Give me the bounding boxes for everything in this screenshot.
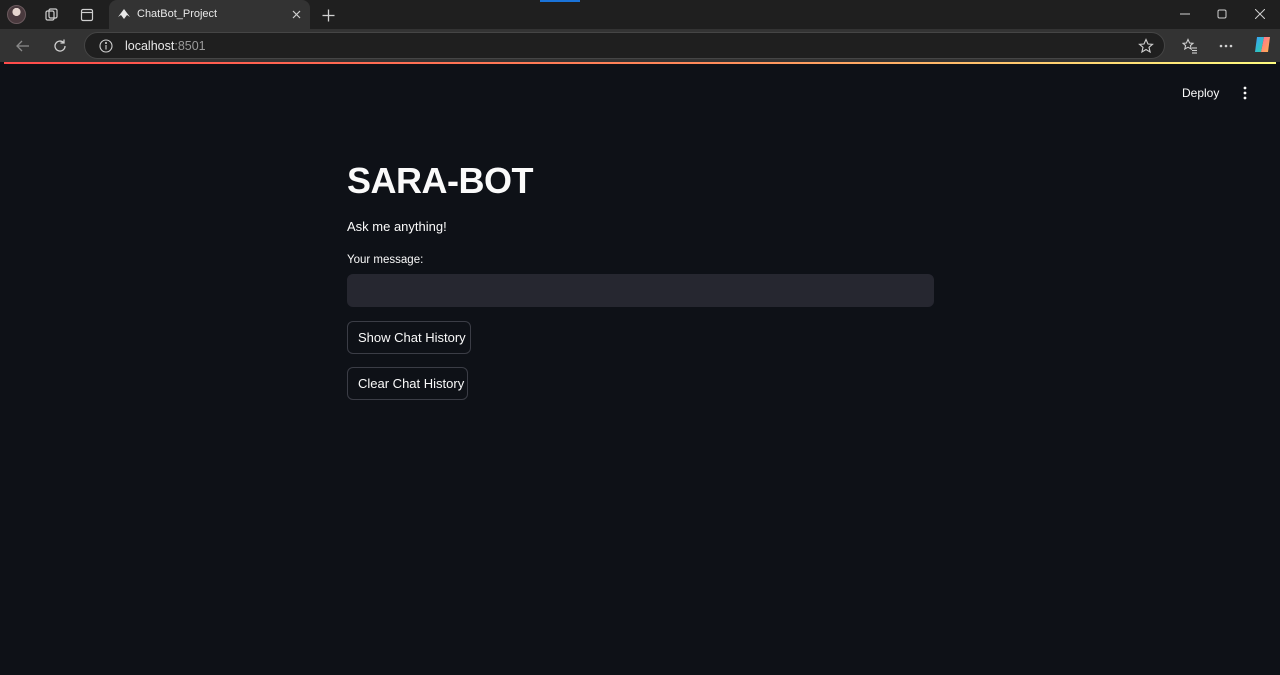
tab-title: ChatBot_Project bbox=[137, 8, 218, 20]
plus-icon[interactable] bbox=[317, 4, 339, 26]
copilot-icon[interactable] bbox=[1253, 35, 1272, 54]
page-title: SARA-BOT bbox=[347, 160, 533, 201]
streamlit-favicon-icon bbox=[118, 8, 130, 20]
favorites-icon[interactable] bbox=[1178, 34, 1202, 58]
show-chat-history-button[interactable]: Show Chat History bbox=[347, 321, 471, 354]
address-bar[interactable]: localhost:8501 bbox=[84, 32, 1165, 59]
drag-indicator bbox=[540, 0, 580, 2]
star-icon[interactable] bbox=[1138, 38, 1154, 54]
main-menu-icon[interactable] bbox=[1237, 84, 1253, 102]
maximize-icon[interactable] bbox=[1210, 3, 1234, 25]
message-input[interactable] bbox=[347, 274, 934, 307]
message-label: Your message: bbox=[347, 254, 424, 266]
url-port: :8501 bbox=[174, 39, 206, 53]
browser-toolbar: localhost:8501 bbox=[0, 29, 1280, 62]
back-arrow-icon[interactable] bbox=[11, 34, 35, 58]
browser-titlebar: ChatBot_Project bbox=[0, 0, 1280, 29]
info-icon[interactable] bbox=[99, 39, 113, 53]
more-icon[interactable] bbox=[1214, 34, 1238, 58]
reload-icon[interactable] bbox=[48, 34, 72, 58]
workspaces-icon[interactable] bbox=[41, 4, 63, 26]
deploy-button[interactable]: Deploy bbox=[1182, 84, 1219, 102]
clear-chat-history-button[interactable]: Clear Chat History bbox=[347, 367, 468, 400]
browser-tab[interactable]: ChatBot_Project bbox=[109, 0, 310, 29]
window-close-icon[interactable] bbox=[1248, 3, 1272, 25]
profile-avatar[interactable] bbox=[7, 5, 26, 24]
app-main: Deploy SARA-BOT Ask me anything! Your me… bbox=[4, 64, 1276, 675]
tab-actions-icon[interactable] bbox=[76, 4, 98, 26]
url-text[interactable]: localhost:8501 bbox=[125, 39, 206, 53]
page-subtitle: Ask me anything! bbox=[347, 219, 447, 234]
url-host: localhost bbox=[125, 39, 175, 53]
minimize-icon[interactable] bbox=[1173, 3, 1197, 25]
close-icon[interactable] bbox=[290, 8, 303, 21]
